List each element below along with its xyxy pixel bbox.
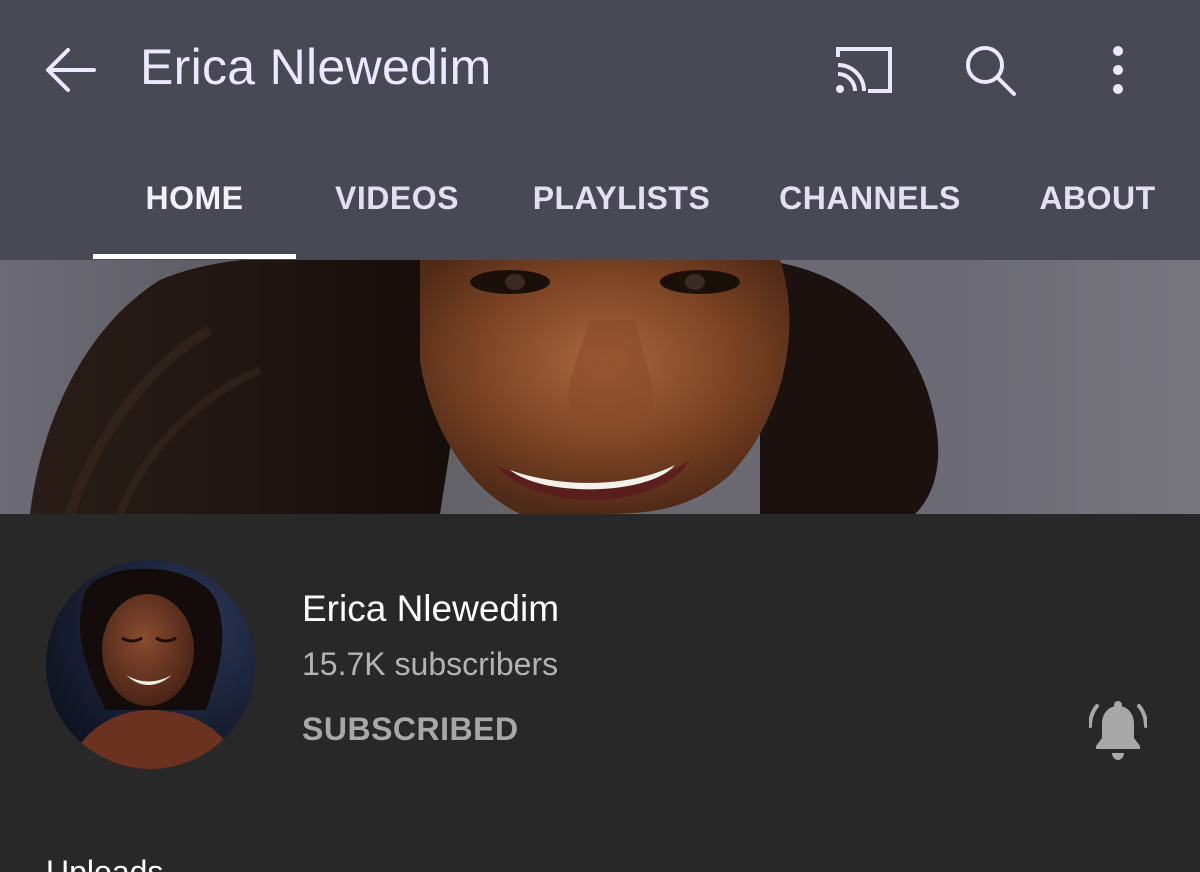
avatar-image — [46, 560, 255, 769]
more-options-button[interactable] — [1078, 30, 1158, 110]
notification-bell-icon — [1089, 701, 1147, 760]
cast-button[interactable] — [823, 30, 903, 110]
tab-playlists[interactable]: PLAYLISTS — [520, 136, 723, 260]
channel-name: Erica Nlewedim — [302, 588, 560, 629]
search-button[interactable] — [950, 30, 1030, 110]
subscriber-count: 15.7K subscribers — [302, 646, 559, 682]
tab-videos[interactable]: VIDEOS — [318, 136, 476, 260]
tab-channels[interactable]: CHANNELS — [768, 136, 972, 260]
back-button[interactable] — [30, 30, 110, 110]
cast-icon — [836, 47, 892, 93]
subscribe-button[interactable]: SUBSCRIBED — [302, 711, 519, 748]
top-app-bar: Erica Nlewedim — [0, 0, 1200, 136]
channel-header: Erica Nlewedim 15.7K subscribers SUBSCRI… — [0, 514, 1200, 872]
section-heading: Uploads — [46, 854, 164, 872]
avatar[interactable] — [46, 560, 255, 769]
tab-home[interactable]: HOME — [93, 136, 296, 260]
active-tab-indicator — [93, 254, 296, 259]
channel-tabs: HOME VIDEOS PLAYLISTS CHANNELS ABOUT — [0, 136, 1200, 260]
notification-bell-button[interactable] — [1078, 696, 1158, 766]
back-arrow-icon — [46, 48, 96, 92]
channel-banner — [0, 260, 1200, 514]
search-icon — [966, 46, 1016, 96]
banner-portrait-image — [30, 260, 939, 514]
tab-about[interactable]: ABOUT — [1030, 136, 1165, 260]
more-vert-icon — [1113, 46, 1123, 94]
channel-title: Erica Nlewedim — [140, 39, 492, 95]
